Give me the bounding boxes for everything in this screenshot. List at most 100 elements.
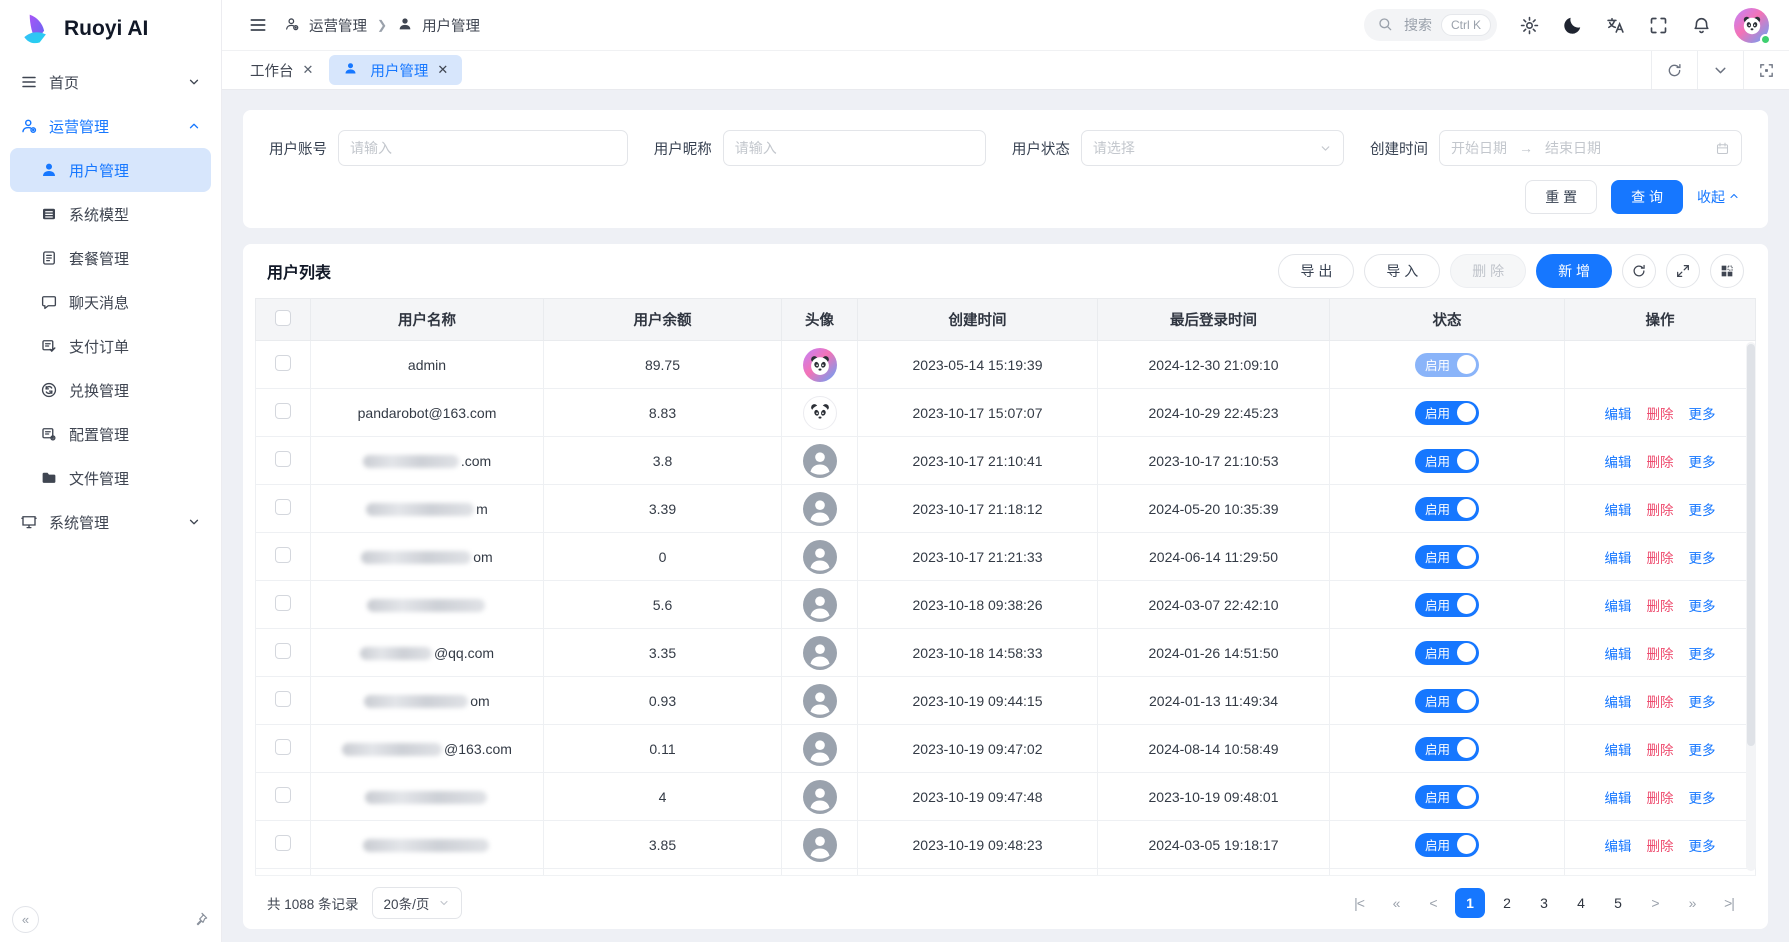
status-toggle[interactable]: 启用 [1415,833,1479,857]
more-link[interactable]: 更多 [1689,787,1716,807]
sidebar-item[interactable]: 支付订单 [10,324,211,368]
status-toggle[interactable]: 启用 [1415,737,1479,761]
row-checkbox[interactable] [275,787,291,803]
edit-link[interactable]: 编辑 [1605,451,1632,471]
table-scrollbar[interactable] [1746,342,1756,871]
edit-link[interactable]: 编辑 [1605,787,1632,807]
select-all-checkbox[interactable] [275,310,291,326]
delete-link[interactable]: 删除 [1647,835,1674,855]
edit-link[interactable]: 编辑 [1605,403,1632,423]
sidebar-item[interactable]: 用户管理 [10,148,211,192]
delete-link[interactable]: 删除 [1647,451,1674,471]
tab-active[interactable]: 用户管理 ✕ [329,55,462,85]
close-icon[interactable]: ✕ [303,62,314,78]
sidebar-item[interactable]: 兑换管理 [10,368,211,412]
delete-link[interactable]: 删除 [1647,787,1674,807]
page-number-button[interactable]: 1 [1455,888,1485,918]
row-checkbox[interactable] [275,547,291,563]
edit-link[interactable]: 编辑 [1605,595,1632,615]
page-number-button[interactable]: 3 [1529,888,1559,918]
sidebar-collapse-button[interactable]: « [12,906,39,933]
row-checkbox[interactable] [275,355,291,371]
edit-link[interactable]: 编辑 [1605,835,1632,855]
page-number-button[interactable]: 5 [1603,888,1633,918]
prev-page-button[interactable]: < [1418,888,1448,918]
nickname-input[interactable]: 请输入 [723,130,986,166]
status-select[interactable]: 请选择 [1081,130,1344,166]
close-icon[interactable]: ✕ [437,62,448,78]
more-link[interactable]: 更多 [1689,739,1716,759]
sidebar-group-2[interactable]: 系统管理 [10,500,211,544]
delete-link[interactable]: 删除 [1647,499,1674,519]
status-toggle[interactable]: 启用 [1415,497,1479,521]
export-button[interactable]: 导 出 [1278,254,1354,288]
settings-gear-icon[interactable] [1519,15,1540,36]
row-checkbox[interactable] [275,691,291,707]
column-settings-button[interactable] [1710,254,1744,288]
delete-link[interactable]: 删除 [1647,547,1674,567]
row-checkbox[interactable] [275,835,291,851]
reset-button[interactable]: 重 置 [1525,180,1597,214]
add-button[interactable]: 新 增 [1536,254,1612,288]
status-toggle[interactable]: 启用 [1415,593,1479,617]
edit-link[interactable]: 编辑 [1605,547,1632,567]
delete-button[interactable]: 删 除 [1450,254,1526,288]
page-size-select[interactable]: 20条/页 [372,887,463,919]
sidebar-group-1[interactable]: 运营管理 [10,104,211,148]
row-checkbox[interactable] [275,499,291,515]
first-page-button[interactable]: |< [1344,888,1374,918]
delete-link[interactable]: 删除 [1647,403,1674,423]
edit-link[interactable]: 编辑 [1605,499,1632,519]
sidebar-item[interactable]: 配置管理 [10,412,211,456]
more-link[interactable]: 更多 [1689,403,1716,423]
row-checkbox[interactable] [275,403,291,419]
sidebar-group-0[interactable]: 首页 [10,60,211,104]
next-page-button[interactable]: > [1640,888,1670,918]
search-button[interactable]: 查 询 [1611,180,1683,214]
row-checkbox[interactable] [275,595,291,611]
tab-item[interactable]: 工作台 ✕ [236,55,327,85]
global-search[interactable]: 搜索 Ctrl K [1364,9,1497,41]
delete-link[interactable]: 删除 [1647,739,1674,759]
page-number-button[interactable]: 2 [1492,888,1522,918]
delete-link[interactable]: 删除 [1647,643,1674,663]
sidebar-item[interactable]: 套餐管理 [10,236,211,280]
tab-menu-chevron-icon[interactable] [1697,51,1743,89]
more-link[interactable]: 更多 [1689,499,1716,519]
more-link[interactable]: 更多 [1689,595,1716,615]
status-toggle[interactable]: 启用 [1415,785,1479,809]
status-toggle[interactable]: 启用 [1415,689,1479,713]
more-link[interactable]: 更多 [1689,547,1716,567]
more-link[interactable]: 更多 [1689,835,1716,855]
more-link[interactable]: 更多 [1689,451,1716,471]
user-avatar[interactable] [1734,8,1769,43]
status-toggle[interactable]: 启用 [1415,401,1479,425]
maximize-content-icon[interactable] [1743,51,1789,89]
more-link[interactable]: 更多 [1689,643,1716,663]
expand-table-button[interactable] [1666,254,1700,288]
sidebar-item[interactable]: 聊天消息 [10,280,211,324]
notifications-bell-icon[interactable] [1691,15,1712,36]
row-checkbox[interactable] [275,739,291,755]
collapse-filters-link[interactable]: 收起 [1697,187,1742,207]
fullscreen-icon[interactable] [1648,15,1669,36]
breadcrumb-item[interactable]: 用户管理 [397,15,480,36]
edit-link[interactable]: 编辑 [1605,739,1632,759]
date-range-input[interactable]: 开始日期 → 结束日期 [1439,130,1742,166]
account-input[interactable]: 请输入 [338,130,628,166]
edit-link[interactable]: 编辑 [1605,691,1632,711]
forward-10-pages-button[interactable]: » [1677,888,1707,918]
delete-link[interactable]: 删除 [1647,595,1674,615]
row-checkbox[interactable] [275,643,291,659]
hamburger-menu-icon[interactable] [248,15,268,35]
refresh-page-icon[interactable] [1651,51,1697,89]
edit-link[interactable]: 编辑 [1605,643,1632,663]
delete-link[interactable]: 删除 [1647,691,1674,711]
status-toggle[interactable]: 启用 [1415,449,1479,473]
row-checkbox[interactable] [275,451,291,467]
status-toggle[interactable]: 启用 [1415,545,1479,569]
import-button[interactable]: 导 入 [1364,254,1440,288]
back-10-pages-button[interactable]: « [1381,888,1411,918]
page-number-button[interactable]: 4 [1566,888,1596,918]
status-toggle[interactable]: 启用 [1415,353,1479,377]
